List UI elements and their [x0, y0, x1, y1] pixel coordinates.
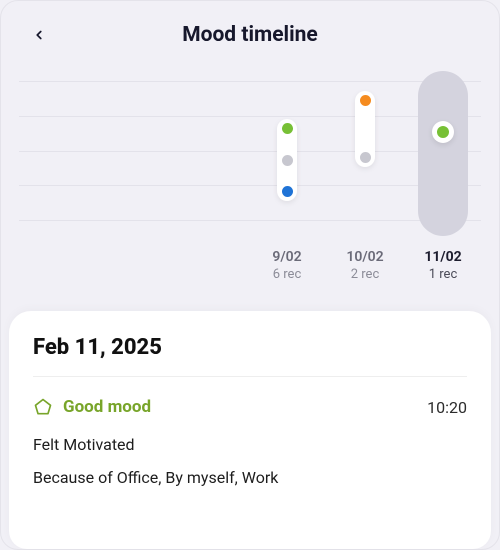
column-label: 11/02 1 rec	[413, 249, 473, 282]
column-date: 9/02	[257, 249, 317, 265]
column-rec: 6 rec	[257, 267, 317, 282]
back-button[interactable]	[23, 19, 55, 51]
mood-entry-row[interactable]: Good mood 10:20	[33, 397, 467, 417]
mood-label: Good mood	[63, 397, 151, 417]
column-date: 10/02	[335, 249, 395, 265]
page-title: Mood timeline	[55, 23, 445, 47]
mood-dot-green	[282, 123, 293, 134]
header: Mood timeline	[1, 1, 499, 61]
column-date: 11/02	[413, 249, 473, 265]
mood-pill	[355, 91, 375, 167]
column-label: 10/02 2 rec	[335, 249, 395, 282]
chart-column[interactable]: 9/02 6 rec	[261, 71, 313, 291]
chart-column-selected[interactable]: 11/02 1 rec	[417, 71, 469, 291]
entry-time: 10:20	[427, 398, 467, 417]
mood-dot-green	[437, 126, 449, 138]
mood-dot-grey	[360, 152, 371, 163]
chart-column[interactable]: 10/02 2 rec	[339, 71, 391, 291]
chevron-left-icon	[32, 28, 46, 42]
mood-ring	[432, 121, 454, 143]
chart-columns: 9/02 6 rec 10/02 2 rec 11/02 1 rec	[261, 71, 469, 291]
column-rec: 2 rec	[335, 267, 395, 282]
mood-dot-orange	[360, 95, 371, 106]
mood-dot-blue	[282, 186, 293, 197]
felt-text: Felt Motivated	[33, 435, 467, 454]
selection-highlight	[418, 71, 468, 236]
mood-pill	[277, 119, 297, 201]
because-text: Because of Office, By myself, Work	[33, 468, 467, 487]
mood-dot-grey	[282, 155, 293, 166]
detail-date: Feb 11, 2025	[33, 335, 467, 377]
column-label: 9/02 6 rec	[257, 249, 317, 282]
pentagon-icon	[33, 397, 53, 417]
detail-card: Feb 11, 2025 Good mood 10:20 Felt Motiva…	[9, 311, 491, 549]
column-rec: 1 rec	[413, 267, 473, 282]
mood-chart: 9/02 6 rec 10/02 2 rec 11/02 1 rec	[1, 61, 499, 291]
